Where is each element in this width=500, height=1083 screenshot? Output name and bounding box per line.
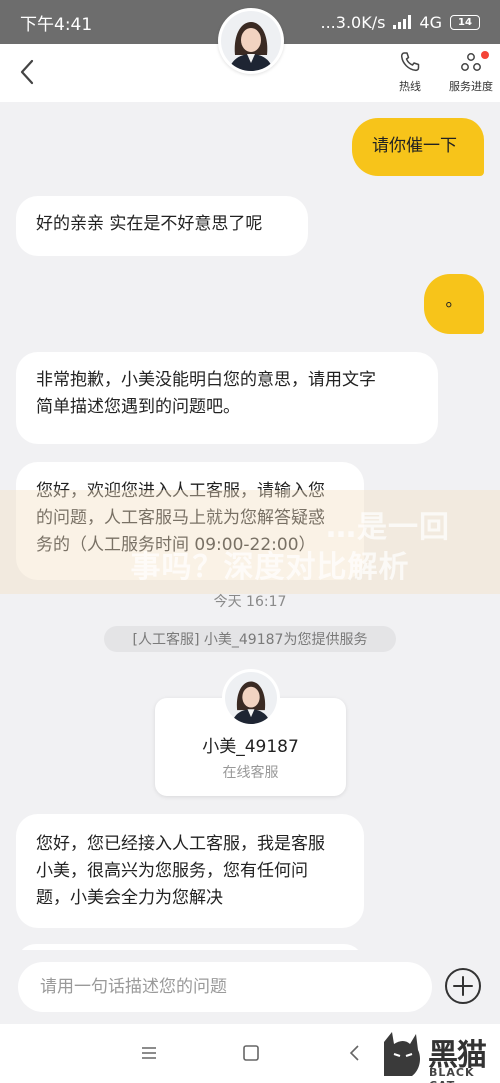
system-notice: [人工客服] 小美_49187为您提供服务 [104, 626, 396, 652]
agent-avatar-header[interactable] [218, 8, 284, 74]
user-message[interactable]: 请你催一下 [352, 118, 484, 176]
agent-message[interactable]: 非常抱歉，小美没能明白您的意思，请用文字 简单描述您遇到的问题吧。 [16, 352, 438, 444]
status-time: 下午4:41 [20, 14, 93, 35]
menu-icon[interactable] [138, 1042, 160, 1064]
message-line: 非常抱歉，小美没能明白您的意思，请用文字 [36, 370, 376, 390]
network-speed: ...3.0K/s [320, 12, 386, 32]
agent-avatar-image [225, 672, 277, 724]
message-input[interactable] [18, 962, 432, 1012]
input-bar [0, 950, 500, 1024]
battery-icon: 14 [450, 14, 480, 30]
user-message[interactable]: 。 [424, 274, 484, 334]
back-arrow-icon[interactable] [16, 58, 40, 86]
cat-logo-icon [384, 1032, 420, 1076]
agent-message[interactable]: 好的亲亲 实在是不好意思了呢 [16, 196, 308, 256]
agent-name: 小美_49187 [202, 737, 299, 757]
back-icon[interactable] [344, 1042, 366, 1064]
progress-label: 服务进度 [449, 80, 493, 93]
message-line: 您好，您已经接入人工客服，我是客服 [36, 834, 325, 854]
service-progress-button[interactable]: 服务进度 [444, 50, 498, 94]
message-line: 务的（人工服务时间 09:00-22:00） [36, 535, 316, 555]
home-icon[interactable] [240, 1042, 262, 1064]
message-line: 简单描述您遇到的问题吧。 [36, 397, 240, 417]
message-line: 您好，欢迎您进入人工客服，请输入您 [36, 481, 325, 501]
service-progress-icon [461, 53, 481, 71]
agent-role: 在线客服 [222, 765, 279, 781]
phone-icon [400, 52, 420, 72]
agent-message[interactable]: 您好，欢迎您进入人工客服，请输入您 的问题，人工客服马上就为您解答疑惑 务的（人… [16, 462, 364, 580]
timestamp: 今天 16:17 [213, 594, 287, 610]
message-line: 题，小美会全力为您解决 [36, 888, 223, 908]
network-type: 4G [419, 12, 442, 32]
logo-english-text: BLACK CAT [429, 1066, 475, 1083]
agent-message[interactable]: 您好，您已经接入人工客服，我是客服 小美，很高兴为您服务，您有任何问 题，小美会… [16, 814, 364, 928]
status-indicators: ...3.0K/s 4G 14 [320, 12, 480, 32]
agent-avatar-card[interactable] [222, 669, 280, 727]
message-line: 的问题，人工客服马上就为您解答疑惑 [36, 508, 325, 528]
hotline-label: 热线 [399, 80, 421, 93]
agent-avatar-image [221, 11, 281, 71]
signal-icon [393, 15, 412, 29]
battery-level: 14 [458, 16, 472, 28]
plus-circle-icon[interactable] [444, 967, 482, 1005]
hotline-button[interactable]: 热线 [392, 50, 428, 94]
message-line: 小美，很高兴为您服务，您有任何问 [36, 861, 308, 881]
notification-dot [481, 51, 489, 59]
black-cat-logo: 黑猫 BLACK CAT [376, 1030, 496, 1083]
